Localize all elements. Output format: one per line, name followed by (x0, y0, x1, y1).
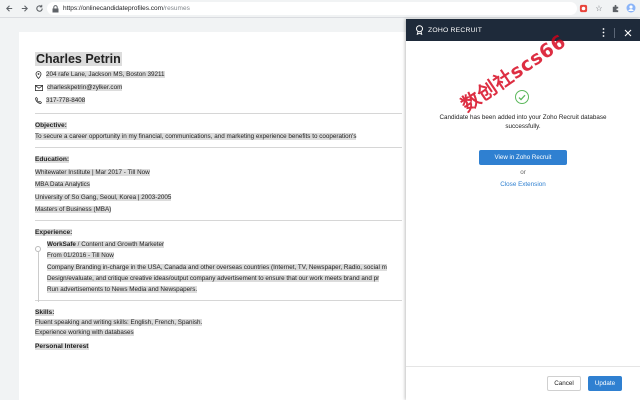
mail-icon (35, 84, 43, 91)
education-degree-1: MBA Data Analytics (35, 181, 90, 188)
phone-icon (35, 97, 42, 104)
header-separator (614, 28, 615, 38)
or-text: or (520, 169, 526, 176)
url-text: https://onlinecandidateprofiles.com/resu… (63, 5, 190, 12)
education-heading: Education: (35, 156, 70, 163)
experience-desc-1: Company Branding in-charge in the USA, C… (47, 264, 387, 271)
success-check-icon (515, 90, 529, 104)
divider (35, 113, 402, 114)
experience-dates: From 01/2016 - Till Now (47, 252, 114, 259)
panel-footer: Cancel Update (406, 366, 640, 400)
browser-toolbar: https://onlinecandidateprofiles.com/resu… (0, 0, 640, 18)
experience-role: Content and Growth Marketer (81, 241, 165, 248)
address-bar[interactable]: https://onlinecandidateprofiles.com/resu… (47, 2, 577, 15)
address-row: 204 rafe Lane, Jackson MS, Boston 39211 (35, 70, 406, 79)
location-pin-icon (35, 70, 42, 79)
email-row: charleskpetrin@zylker.com (35, 83, 406, 92)
experience-desc-2: Design/evaluate, and critique creative i… (47, 275, 380, 282)
education-entry-2: University of So Gang, Seoul, Korea | 20… (35, 194, 172, 201)
divider (35, 300, 402, 301)
star-icon[interactable]: ☆ (594, 3, 604, 13)
puzzle-icon[interactable] (610, 3, 620, 13)
profile-icon[interactable] (626, 3, 636, 13)
panel-header: ZOHO RECRUIT (406, 19, 640, 41)
back-arrow-icon[interactable] (3, 3, 15, 15)
skills-line-1: Fluent speaking and writing skills: Engl… (35, 319, 203, 326)
reload-icon[interactable] (33, 3, 45, 15)
skills-heading: Skills: (35, 309, 55, 316)
phone-row: 317-778-8408 (35, 96, 406, 105)
resume-content: Charles Petrin 204 rafe Lane, Jackson MS… (35, 52, 406, 350)
forward-arrow-icon[interactable] (18, 3, 30, 15)
zoho-recruit-logo-icon (416, 25, 423, 35)
email-text: charleskpetrin@zylker.com (47, 84, 123, 91)
candidate-name: Charles Petrin (35, 52, 122, 66)
update-button[interactable]: Update (588, 376, 622, 391)
timeline-line (38, 252, 39, 302)
more-options-icon[interactable] (602, 24, 605, 42)
experience-company: WorkSafe (47, 241, 76, 248)
experience-desc-3: Run advertisements to News Media and New… (47, 286, 198, 293)
view-in-zoho-recruit-button[interactable]: View in Zoho Recruit (479, 150, 567, 165)
objective-heading: Objective: (35, 122, 67, 129)
panel-title: ZOHO RECRUIT (428, 26, 483, 34)
divider (35, 147, 402, 148)
close-icon[interactable] (624, 24, 632, 42)
skills-line-2: Experience working with databases (35, 329, 134, 336)
education-degree-2: Masters of Business (MBA) (35, 206, 112, 213)
zoho-recruit-extension-icon[interactable] (578, 3, 588, 13)
divider (35, 220, 402, 221)
address-text: 204 rafe Lane, Jackson MS, Boston 39211 (46, 71, 165, 78)
cancel-button[interactable]: Cancel (547, 376, 581, 391)
objective-text: To secure a career opportunity in my fin… (35, 133, 357, 140)
education-entry-1: Whitewater Institute | Mar 2017 - Till N… (35, 169, 150, 176)
close-extension-link[interactable]: Close Extension (406, 181, 640, 188)
phone-text: 317-778-8408 (46, 97, 86, 104)
experience-entry: WorkSafe / Content and Growth Marketer F… (35, 240, 406, 302)
personal-interest-heading: Personal Interest (35, 343, 89, 350)
lock-icon (51, 4, 60, 13)
experience-heading: Experience: (35, 229, 73, 236)
success-message: Candidate has been added into your Zoho … (439, 114, 607, 130)
